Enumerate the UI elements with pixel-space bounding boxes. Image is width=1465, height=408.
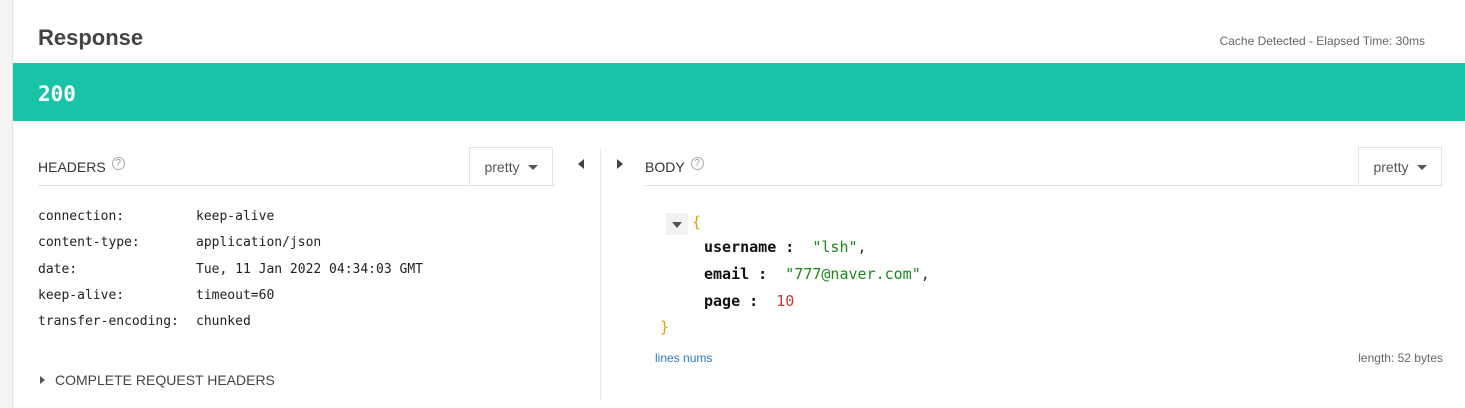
json-separator: :: [740, 292, 777, 310]
header-key: transfer-encoding:: [38, 314, 179, 329]
header-key: content-type:: [38, 235, 140, 250]
headers-format-value: pretty: [484, 159, 520, 175]
json-key: username: [704, 238, 777, 256]
json-key: page: [704, 292, 741, 310]
pane-splitter[interactable]: [600, 148, 601, 400]
header-row: transfer-encoding: chunked: [38, 314, 251, 329]
body-format-select[interactable]: pretty: [1358, 147, 1442, 185]
json-value: 10: [776, 292, 795, 310]
json-line: email : "777@naver.com",: [704, 265, 930, 283]
headers-label: HEADERS: [38, 159, 106, 175]
body-label: BODY: [645, 159, 685, 175]
json-line: page : 10: [704, 292, 794, 310]
collapse-right-icon[interactable]: [617, 159, 623, 169]
complete-request-headers-label: COMPLETE REQUEST HEADERS: [55, 372, 275, 388]
headers-label-group: HEADERS?: [38, 157, 125, 175]
json-separator: :: [749, 265, 786, 283]
help-icon[interactable]: ?: [111, 157, 125, 170]
json-value: "lsh": [812, 238, 858, 256]
header-value: application/json: [196, 235, 322, 250]
header-row: keep-alive: timeout=60: [38, 288, 274, 303]
body-length: length: 52 bytes: [1358, 351, 1443, 365]
header-row: connection: keep-alive: [38, 209, 274, 224]
chevron-down-icon: [527, 165, 538, 170]
json-collapse-toggle[interactable]: [666, 213, 688, 235]
json-open-brace: {: [692, 213, 702, 231]
lines-nums-link[interactable]: lines nums: [655, 351, 712, 365]
headers-format-select[interactable]: pretty: [469, 147, 553, 185]
headers-divider: [38, 185, 555, 186]
json-comma: ,: [920, 265, 930, 283]
header-row: date: Tue, 11 Jan 2022 04:34:03 GMT: [38, 262, 423, 277]
status-bar: 200: [13, 63, 1465, 121]
header-value: chunked: [196, 314, 251, 329]
json-key: email: [704, 265, 750, 283]
body-label-group: BODY?: [645, 157, 704, 175]
body-divider: [645, 185, 1443, 186]
header-key: keep-alive:: [38, 288, 125, 303]
help-icon[interactable]: ?: [690, 157, 704, 170]
cache-info: Cache Detected - Elapsed Time: 30ms: [1219, 34, 1425, 48]
header-value: timeout=60: [196, 288, 275, 303]
body-format-value: pretty: [1373, 159, 1409, 175]
header-key: date:: [38, 262, 78, 277]
response-panel: Response Cache Detected - Elapsed Time: …: [12, 0, 1465, 408]
caret-down-icon: [672, 222, 682, 228]
header-row: content-type: application/json: [38, 235, 321, 250]
json-line: username : "lsh",: [704, 238, 867, 256]
response-title: Response: [38, 25, 144, 50]
collapse-left-icon[interactable]: [578, 159, 584, 169]
complete-request-headers-toggle[interactable]: COMPLETE REQUEST HEADERS: [40, 372, 275, 388]
header-value: keep-alive: [196, 209, 275, 224]
caret-right-icon: [40, 376, 45, 384]
header-value: Tue, 11 Jan 2022 04:34:03 GMT: [196, 262, 423, 277]
json-close-brace: }: [660, 318, 670, 336]
json-separator: :: [776, 238, 813, 256]
json-value: "777@naver.com": [785, 265, 921, 283]
header-key: connection:: [38, 209, 125, 224]
status-code: 200: [38, 82, 76, 106]
chevron-down-icon: [1416, 165, 1427, 170]
json-comma: ,: [857, 238, 867, 256]
